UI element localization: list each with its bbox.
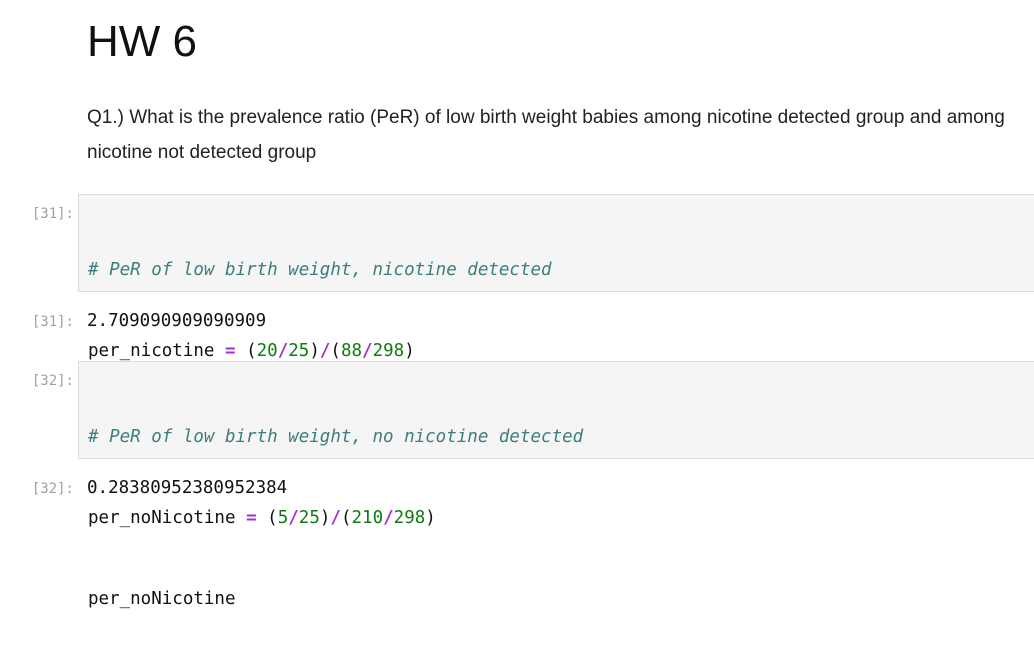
operator: =	[224, 341, 236, 361]
number: 88	[340, 341, 363, 361]
operator: /	[277, 341, 289, 361]
variable-name: per_nicotine	[88, 341, 215, 361]
number: 25	[298, 508, 320, 528]
paren: )	[425, 508, 436, 528]
paren: (	[267, 508, 278, 528]
number: 298	[372, 341, 405, 361]
paren: (	[246, 341, 257, 361]
notebook-title: HW 6	[87, 17, 197, 66]
paren: )	[319, 508, 331, 528]
number: 298	[393, 508, 426, 528]
code-assignment: per_noNicotine = (5/25)/(210/298)	[88, 505, 583, 532]
paren: (	[330, 341, 341, 361]
paren: )	[404, 341, 415, 361]
operator: /	[288, 508, 299, 528]
number: 25	[288, 341, 310, 361]
output-prompt: [32]:	[31, 481, 74, 497]
input-prompt: [32]:	[31, 373, 74, 389]
cell-output: 2.709090909090909	[87, 311, 267, 331]
variable-name: per_noNicotine	[88, 508, 236, 528]
output-prompt: [31]:	[31, 314, 74, 330]
code-editor[interactable]: # PeR of low birth weight, no nicotine d…	[88, 370, 583, 667]
code-cell[interactable]: # PeR of low birth weight, no nicotine d…	[78, 361, 1034, 609]
operator: /	[319, 341, 331, 361]
operator: /	[330, 508, 341, 528]
cell-output: 0.28380952380952384	[87, 478, 288, 498]
number: 20	[256, 341, 278, 361]
operator: =	[246, 508, 257, 528]
paren: )	[309, 341, 320, 361]
operator: /	[362, 341, 373, 361]
code-expression: per_noNicotine	[88, 589, 236, 609]
code-cell[interactable]: # PeR of low birth weight, nicotine dete…	[78, 194, 1034, 442]
paren: (	[340, 508, 352, 528]
number: 5	[277, 508, 289, 528]
code-comment: # PeR of low birth weight, no nicotine d…	[88, 427, 584, 447]
operator: /	[383, 508, 394, 528]
code-comment: # PeR of low birth weight, nicotine dete…	[88, 260, 552, 280]
question-text: Q1.) What is the prevalence ratio (PeR) …	[87, 107, 1005, 163]
number: 210	[351, 508, 384, 528]
input-prompt: [31]:	[31, 206, 74, 222]
